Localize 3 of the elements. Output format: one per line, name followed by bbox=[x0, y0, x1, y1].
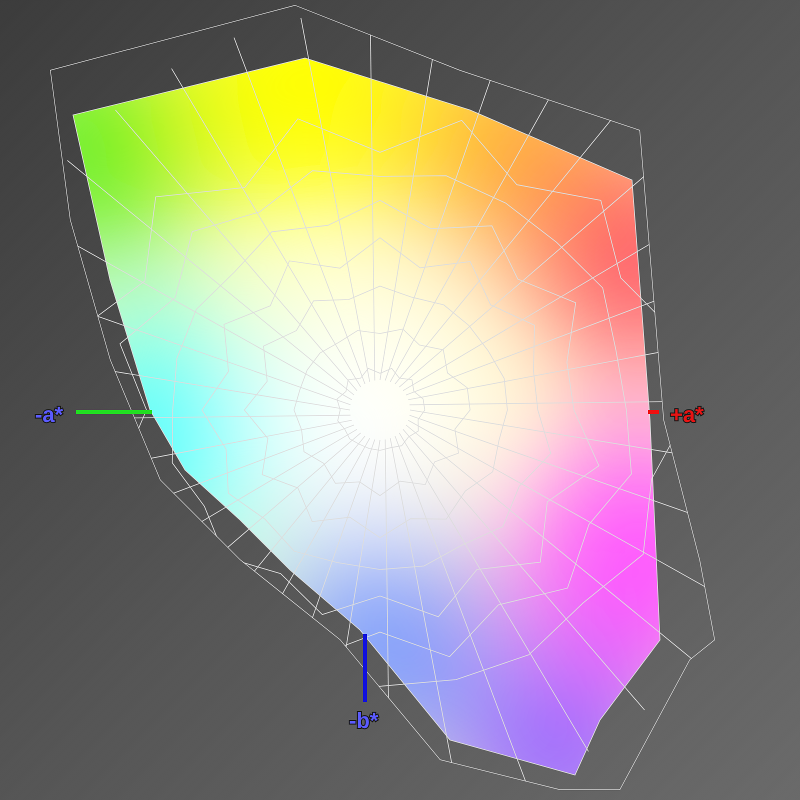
axis-label: +a* bbox=[670, 402, 704, 427]
axis-label: -a* bbox=[35, 402, 64, 427]
axis-label: -b* bbox=[349, 708, 378, 733]
